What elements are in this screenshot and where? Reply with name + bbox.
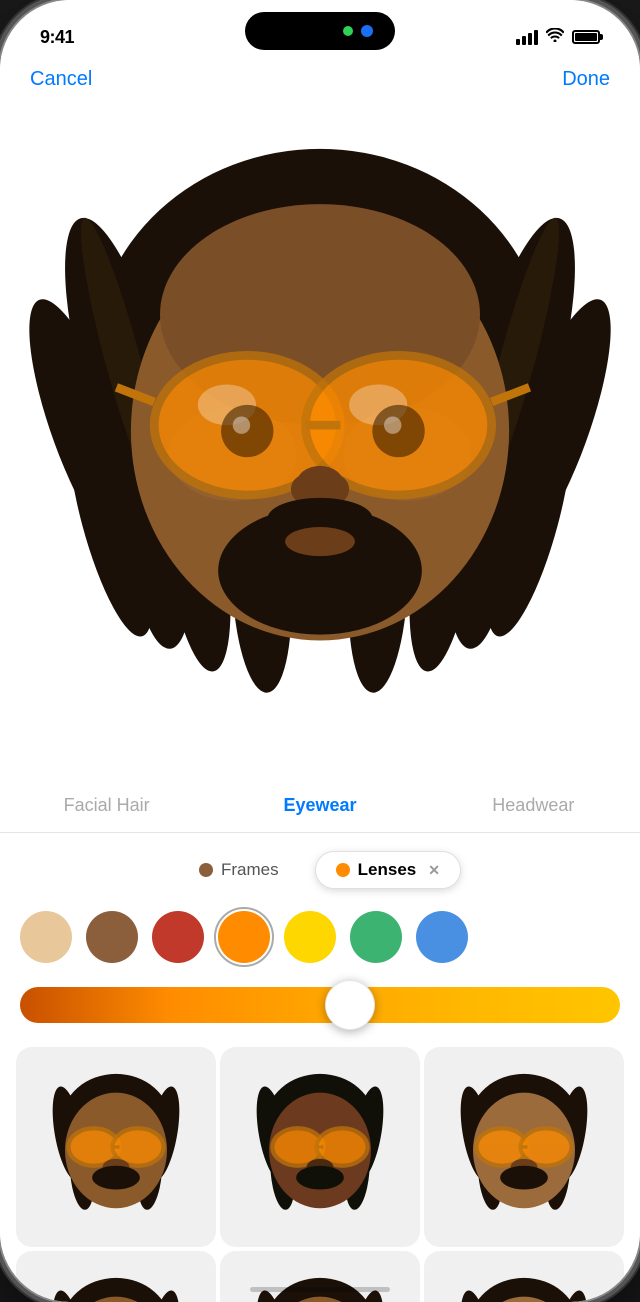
memoji-avatar xyxy=(0,111,640,751)
swatch-5[interactable] xyxy=(284,911,336,963)
lenses-filter-close[interactable]: ✕ xyxy=(428,862,440,879)
lenses-filter-button[interactable]: Lenses ✕ xyxy=(315,851,461,889)
memoji-option-5[interactable] xyxy=(220,1251,420,1302)
filter-row: Frames Lenses ✕ xyxy=(0,833,640,903)
tab-headwear[interactable]: Headwear xyxy=(427,791,640,820)
battery-icon xyxy=(572,30,600,44)
lenses-dot xyxy=(336,863,350,877)
swatch-1[interactable] xyxy=(20,911,72,963)
swatch-7[interactable] xyxy=(416,911,468,963)
swatch-6[interactable] xyxy=(350,911,402,963)
phone-shell: 9:41 xyxy=(0,0,640,1302)
slider-thumb[interactable] xyxy=(325,980,375,1030)
swatch-4-selected[interactable] xyxy=(218,911,270,963)
dynamic-island xyxy=(245,12,395,50)
memoji-option-4[interactable] xyxy=(16,1251,216,1302)
island-dot-blue xyxy=(361,25,373,37)
memoji-option-6[interactable] xyxy=(424,1251,624,1302)
status-icons xyxy=(516,28,600,46)
swatch-3[interactable] xyxy=(152,911,204,963)
done-button[interactable]: Done xyxy=(562,68,610,91)
status-time: 9:41 xyxy=(40,27,74,48)
memoji-option-3[interactable] xyxy=(424,1047,624,1247)
wifi-icon xyxy=(546,28,564,46)
slider-container[interactable] xyxy=(0,979,640,1043)
memoji-preview xyxy=(0,101,640,781)
nav-bar: Cancel Done xyxy=(0,58,640,101)
swatch-2[interactable] xyxy=(86,911,138,963)
tab-eyewear[interactable]: Eyewear xyxy=(213,791,426,820)
tab-facial-hair[interactable]: Facial Hair xyxy=(0,791,213,820)
status-bar: 9:41 xyxy=(0,0,640,58)
memoji-option-2[interactable] xyxy=(220,1047,420,1247)
screen: 9:41 xyxy=(0,0,640,1302)
signal-bars-icon xyxy=(516,30,538,45)
slider-track[interactable] xyxy=(20,987,620,1023)
tab-bar: Facial Hair Eyewear Headwear xyxy=(0,781,640,833)
island-dot-green xyxy=(343,26,353,36)
frames-dot xyxy=(199,863,213,877)
home-indicator xyxy=(250,1287,390,1292)
emoji-grid xyxy=(0,1043,640,1302)
frames-filter-button[interactable]: Frames xyxy=(179,852,299,888)
memoji-option-1[interactable] xyxy=(16,1047,216,1247)
content-area: Frames Lenses ✕ xyxy=(0,833,640,1302)
swatches-row xyxy=(0,903,640,979)
cancel-button[interactable]: Cancel xyxy=(30,68,92,91)
